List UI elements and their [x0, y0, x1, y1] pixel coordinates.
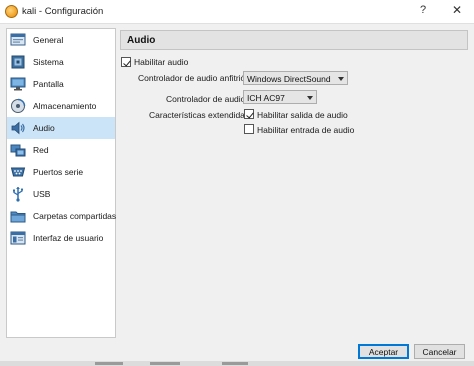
sidebar-item-label: USB [33, 189, 51, 199]
sidebar-item-pantalla[interactable]: Pantalla [7, 73, 115, 95]
usb-icon [13, 187, 24, 202]
enable-audio-output-label: Habilitar salida de audio [257, 110, 348, 120]
sidebar-item-label: Sistema [33, 57, 64, 67]
chevron-down-icon [307, 96, 313, 100]
cancel-button-label: Cancelar [422, 347, 457, 357]
sidebar-item-label: Carpetas compartidas [33, 211, 117, 221]
host-driver-select[interactable]: Windows DirectSound [243, 71, 348, 85]
general-icon [10, 33, 26, 46]
user-interface-icon [10, 231, 26, 245]
strip-segment [95, 362, 123, 365]
chevron-down-icon [338, 77, 344, 81]
sidebar-item-audio[interactable]: Audio [7, 117, 115, 139]
accept-button[interactable]: Aceptar [358, 344, 409, 359]
storage-icon [11, 98, 26, 113]
extended-features-label: Características extendidas: [149, 110, 252, 120]
close-button[interactable]: ✕ [450, 3, 464, 17]
virtualbox-app-icon [5, 5, 18, 18]
display-icon [10, 77, 26, 91]
sidebar-item-interfaz-de-usuario[interactable]: Interfaz de usuario [7, 227, 115, 249]
title-bar: kali - Configuración ? ✕ [0, 0, 474, 24]
accept-button-label: Aceptar [368, 347, 399, 357]
help-button[interactable]: ? [416, 4, 430, 16]
host-driver-value: Windows DirectSound [247, 74, 331, 84]
sidebar-item-label: Puertos serie [33, 167, 84, 177]
sidebar-item-general[interactable]: General [7, 29, 115, 51]
cancel-button[interactable]: Cancelar [414, 344, 465, 359]
host-driver-label: Controlador de audio anfitrión: [138, 73, 253, 83]
sidebar-item-label: Pantalla [33, 79, 64, 89]
audio-icon [11, 121, 25, 135]
sidebar-item-red[interactable]: Red [7, 139, 115, 161]
sidebar-item-carpetas-compartidas[interactable]: Carpetas compartidas [7, 205, 117, 227]
sidebar-item-puertos-serie[interactable]: Puertos serie [7, 161, 115, 183]
bottom-edge-strip [0, 361, 474, 366]
settings-sidebar: General Sistema Pantalla Almacenamiento [6, 28, 116, 338]
audio-controller-select[interactable]: ICH AC97 [243, 90, 317, 104]
sidebar-item-label: Red [33, 145, 49, 155]
sidebar-item-almacenamiento[interactable]: Almacenamiento [7, 95, 115, 117]
enable-audio-label: Habilitar audio [134, 57, 189, 67]
enable-audio-checkbox[interactable] [121, 57, 131, 67]
page-header: Audio [120, 30, 468, 50]
sidebar-item-sistema[interactable]: Sistema [7, 51, 115, 73]
window-title: kali - Configuración [22, 6, 104, 17]
shared-folders-icon [10, 211, 26, 223]
enable-audio-output-checkbox[interactable] [244, 109, 254, 119]
system-icon [11, 55, 25, 69]
sidebar-item-label: General [33, 35, 64, 45]
sidebar-item-label: Interfaz de usuario [33, 233, 104, 243]
serial-ports-icon [10, 167, 26, 177]
sidebar-item-usb[interactable]: USB [7, 183, 115, 205]
audio-controller-value: ICH AC97 [247, 93, 285, 103]
strip-segment [150, 362, 180, 365]
network-icon [10, 144, 26, 157]
sidebar-item-label: Audio [33, 123, 55, 133]
page-title: Audio [127, 35, 156, 46]
strip-segment [222, 362, 248, 365]
enable-audio-input-checkbox[interactable] [244, 124, 254, 134]
sidebar-item-label: Almacenamiento [33, 101, 97, 111]
audio-controller-label: Controlador de audio: [166, 94, 248, 104]
enable-audio-input-label: Habilitar entrada de audio [257, 125, 355, 135]
